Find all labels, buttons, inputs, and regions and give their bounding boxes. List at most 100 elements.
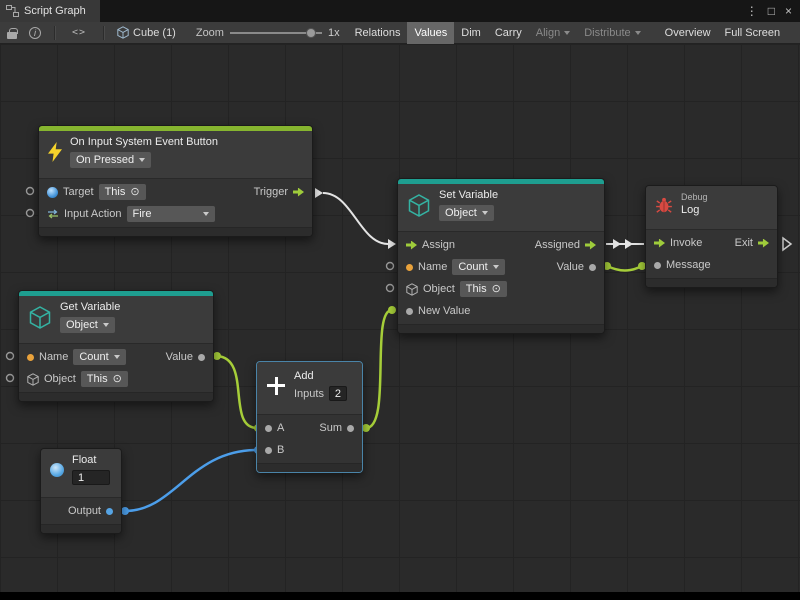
- dim-button[interactable]: Dim: [454, 22, 488, 44]
- graph-icon: [6, 5, 19, 17]
- tab-title: Script Graph: [24, 5, 86, 17]
- new-value-port-label: New Value: [418, 305, 470, 317]
- node-add[interactable]: Add Inputs 2 A Sum B: [256, 361, 363, 473]
- variable-cube-icon: [407, 193, 431, 218]
- overview-button[interactable]: Overview: [658, 22, 718, 44]
- target-object-picker[interactable]: This ⊙: [99, 184, 146, 200]
- a-port-icon[interactable]: [265, 425, 272, 432]
- string-port-icon[interactable]: [406, 264, 413, 271]
- object-port-label: Object: [423, 283, 455, 295]
- node-float[interactable]: Float 1 Output: [40, 448, 122, 534]
- zoom-slider[interactable]: [230, 26, 322, 40]
- object-port-label: Object: [44, 373, 76, 385]
- graph-canvas[interactable]: On Input System Event Button On Pressed …: [0, 44, 800, 592]
- event-mode-dropdown[interactable]: On Pressed: [70, 152, 151, 168]
- flow-port-icon[interactable]: [758, 239, 769, 248]
- target-icon: ⊙: [113, 374, 122, 384]
- graph-target-picker[interactable]: Cube (1): [111, 26, 182, 39]
- align-label: Align: [536, 27, 560, 39]
- menu-icon[interactable]: ⋮: [746, 4, 758, 18]
- tab-script-graph[interactable]: Script Graph: [0, 0, 100, 22]
- graph-toolbar: i <> Cube (1) Zoom 1x Relations Values D…: [0, 22, 800, 44]
- chevron-down-icon: [635, 31, 641, 35]
- message-port-icon[interactable]: [654, 262, 661, 269]
- unconnected-port[interactable]: [7, 353, 14, 360]
- align-dropdown[interactable]: Align: [529, 22, 577, 44]
- relations-button[interactable]: Relations: [348, 22, 408, 44]
- player-input-icon: [47, 187, 58, 198]
- info-icon[interactable]: i: [29, 27, 41, 39]
- input-action-dropdown[interactable]: Fire: [127, 206, 215, 222]
- exit-port-arrow[interactable]: [783, 238, 791, 250]
- node-debug-log[interactable]: Debug Log Invoke Exit Message: [645, 185, 778, 288]
- unconnected-port[interactable]: [27, 210, 34, 217]
- unconnected-port[interactable]: [387, 285, 394, 292]
- port-row-message: Message: [646, 254, 777, 276]
- object-picker[interactable]: This ⊙: [460, 281, 507, 297]
- node-on-input-event[interactable]: On Input System Event Button On Pressed …: [38, 125, 313, 237]
- wire-getvalue-to-a[interactable]: [217, 356, 257, 428]
- float-value-field[interactable]: 1: [72, 470, 110, 485]
- distribute-dropdown[interactable]: Distribute: [577, 22, 647, 44]
- node-set-variable[interactable]: Set Variable Object Assign Assigned: [397, 178, 605, 334]
- variable-name-dropdown[interactable]: Count: [452, 259, 504, 275]
- invoke-port-label: Invoke: [670, 237, 702, 249]
- node-get-variable[interactable]: Get Variable Object Name Count V: [18, 290, 214, 402]
- output-port-icon[interactable]: [106, 508, 113, 515]
- object-picker[interactable]: This ⊙: [81, 371, 128, 387]
- carry-button[interactable]: Carry: [488, 22, 529, 44]
- flow-port-icon[interactable]: [406, 241, 417, 250]
- close-icon[interactable]: ×: [785, 4, 792, 18]
- node-header: Debug Log: [646, 186, 777, 230]
- wire-trigger-to-assign[interactable]: [323, 193, 388, 244]
- value-port-label: Value: [166, 351, 193, 363]
- value-port-icon[interactable]: [589, 264, 596, 271]
- wire-endpoint: [388, 306, 396, 314]
- unconnected-port[interactable]: [27, 188, 34, 195]
- new-value-port-icon[interactable]: [406, 308, 413, 315]
- node-header: On Input System Event Button On Pressed: [39, 131, 312, 179]
- values-button[interactable]: Values: [407, 22, 454, 44]
- flow-port-icon[interactable]: [654, 239, 665, 248]
- string-port-icon[interactable]: [27, 354, 34, 361]
- full-screen-button[interactable]: Full Screen: [718, 22, 788, 44]
- object-picker-value: This: [87, 373, 108, 385]
- chevron-down-icon: [103, 323, 109, 327]
- node-body: Output: [41, 498, 121, 524]
- zoom-slider-knob[interactable]: [306, 28, 316, 38]
- variable-name-dropdown[interactable]: Count: [73, 349, 125, 365]
- variable-kind-dropdown[interactable]: Object: [60, 317, 115, 333]
- flow-port-icon[interactable]: [585, 241, 596, 250]
- inputs-count-field[interactable]: 2: [329, 386, 347, 401]
- exit-port-label: Exit: [735, 237, 753, 249]
- variable-name-value: Count: [79, 351, 108, 363]
- wire-float-to-b[interactable]: [125, 450, 257, 511]
- wire-arrow-icon: [625, 239, 633, 249]
- bug-icon: [655, 196, 673, 214]
- lock-icon[interactable]: [7, 32, 17, 39]
- wire-endpoint: [362, 424, 370, 432]
- target-object-value: This: [105, 186, 126, 198]
- node-header: Set Variable Object: [398, 184, 604, 232]
- variable-kind-label: Object: [66, 319, 98, 331]
- b-port-icon[interactable]: [265, 447, 272, 454]
- wire-endpoint: [121, 507, 129, 515]
- zoom-value: 1x: [328, 27, 340, 39]
- chevron-down-icon: [114, 355, 120, 359]
- object-cube-icon: [27, 373, 39, 386]
- flow-port-icon[interactable]: [293, 188, 304, 197]
- window-controls: ⋮ □ ×: [746, 0, 800, 22]
- node-body: Name Count Value Object This: [19, 344, 213, 392]
- output-port-label: Output: [68, 505, 101, 517]
- node-title: On Input System Event Button: [70, 136, 218, 149]
- sum-port-icon[interactable]: [347, 425, 354, 432]
- maximize-icon[interactable]: □: [768, 4, 775, 18]
- unconnected-port[interactable]: [7, 375, 14, 382]
- variable-kind-dropdown[interactable]: Object: [439, 205, 494, 221]
- wire-value-to-message[interactable]: [607, 266, 642, 271]
- value-port-icon[interactable]: [198, 354, 205, 361]
- wire-endpoint: [213, 352, 221, 360]
- wire-sum-to-newvalue[interactable]: [366, 310, 392, 428]
- code-icon[interactable]: <>: [72, 27, 86, 38]
- unconnected-port[interactable]: [387, 263, 394, 270]
